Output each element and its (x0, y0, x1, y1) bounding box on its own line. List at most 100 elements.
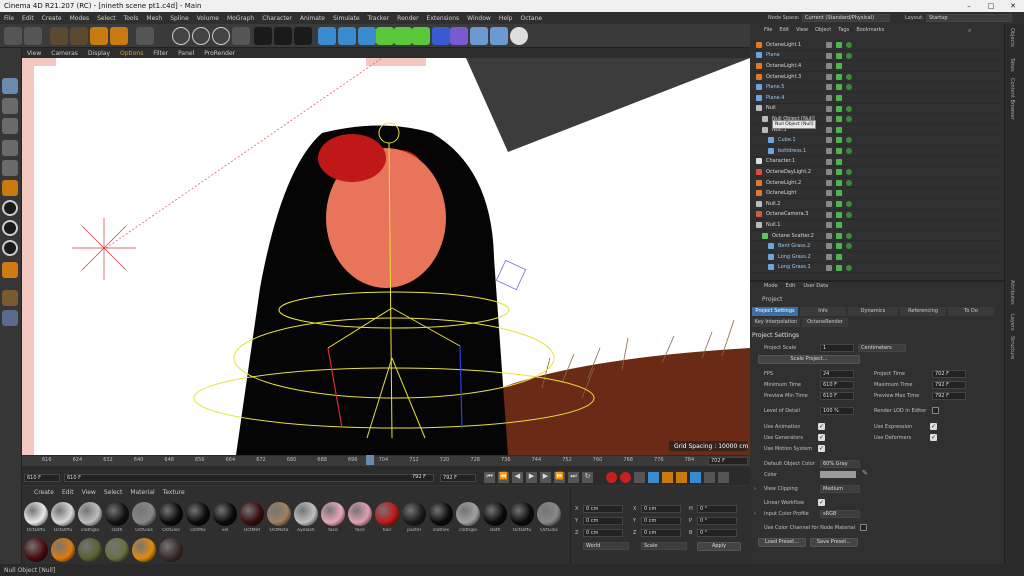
enabled-check-icon[interactable] (836, 222, 842, 229)
object-row[interactable]: Plane.4 (750, 93, 1004, 104)
attributes-menu-mode[interactable]: Mode (764, 283, 778, 289)
material-swatch[interactable] (456, 502, 480, 526)
visibility-dot-icon[interactable] (826, 148, 832, 154)
project-scale-field[interactable]: 1 (820, 344, 854, 352)
material-swatch[interactable] (294, 502, 318, 526)
tab-key-interpolation[interactable]: Key Interpolation (752, 318, 800, 327)
rot-b-field[interactable]: 0 ° (697, 529, 737, 537)
material-swatch[interactable] (132, 538, 156, 562)
points-mode-icon[interactable] (2, 140, 18, 156)
fps-field[interactable]: 24 (820, 370, 854, 378)
play-icon[interactable]: ▶ (526, 472, 537, 483)
tab-to-do[interactable]: To Do (948, 307, 994, 316)
material-tag-icon[interactable] (846, 264, 852, 271)
redo-icon[interactable] (24, 27, 42, 45)
lod-field[interactable]: 100 % (820, 407, 854, 415)
material-swatch[interactable] (213, 502, 237, 526)
key-position-icon[interactable] (648, 472, 659, 483)
key-pla-icon[interactable] (704, 472, 715, 483)
object-row[interactable]: bottdress.1 (750, 146, 1004, 157)
enabled-check-icon[interactable] (836, 63, 842, 70)
auto-key-icon[interactable] (620, 472, 631, 483)
menu-item-tracker[interactable]: Tracker (364, 15, 394, 22)
object-row[interactable]: OctaneLight (750, 188, 1004, 199)
rot-h-field[interactable]: 0 ° (697, 505, 737, 513)
object-row[interactable]: Octane Scatter.2 (750, 231, 1004, 242)
loop-icon[interactable]: ↻ (582, 472, 593, 483)
close-button[interactable]: ✕ (1002, 0, 1024, 12)
object-menu-view[interactable]: View (796, 27, 808, 33)
viewport[interactable]: Grid Spacing : 10000 cm ✥ ⊞ ↔ (22, 58, 750, 455)
enabled-check-icon[interactable] (836, 201, 842, 207)
visibility-dot-icon[interactable] (826, 232, 832, 239)
material-swatch[interactable] (186, 502, 210, 526)
visibility-dot-icon[interactable] (826, 169, 832, 176)
search-icon[interactable]: ⌕ (968, 27, 971, 35)
color-channel-checkbox[interactable] (860, 524, 867, 531)
material-swatch[interactable] (375, 502, 399, 526)
soft-selection-icon[interactable] (2, 220, 18, 236)
light-icon[interactable] (510, 27, 528, 45)
attributes-menu-user-data[interactable]: User Data (803, 283, 828, 289)
magnet-icon[interactable] (2, 262, 18, 278)
project-scale-unit-select[interactable]: Centimeters (858, 344, 906, 352)
tab-dynamics[interactable]: Dynamics (848, 307, 898, 316)
visibility-dot-icon[interactable] (826, 211, 832, 218)
material-swatch[interactable] (483, 502, 507, 526)
material-tag-icon[interactable] (846, 148, 852, 154)
x-axis-icon[interactable] (172, 27, 190, 45)
material-swatch[interactable] (240, 502, 264, 526)
object-row[interactable]: Cube.1 (750, 135, 1004, 146)
select-cursor-icon[interactable] (50, 27, 68, 45)
material-swatch[interactable] (78, 502, 102, 526)
tab-structure[interactable]: Structure (1009, 336, 1015, 359)
tab-layers[interactable]: Layers (1009, 314, 1015, 331)
field-icon[interactable] (432, 27, 450, 45)
visibility-dot-icon[interactable] (826, 84, 832, 91)
floor-icon[interactable] (470, 27, 488, 45)
material-tag-icon[interactable] (846, 243, 852, 250)
object-menu-bookmarks[interactable]: Bookmarks (856, 27, 884, 33)
object-row[interactable]: Long Grass.1 (750, 263, 1004, 274)
coord-y-field[interactable]: 0 cm (583, 517, 623, 525)
object-row[interactable]: OctaneLight.3 (750, 72, 1004, 83)
viewport-menu-options[interactable]: Options (115, 50, 148, 57)
enabled-check-icon[interactable] (836, 211, 842, 218)
viewport-menu-display[interactable]: Display (83, 50, 115, 57)
enabled-check-icon[interactable] (836, 116, 842, 123)
render-view-icon[interactable] (254, 27, 272, 45)
menu-item-help[interactable]: Help (495, 15, 517, 22)
view-clip-select[interactable]: Medium (820, 485, 860, 493)
material-swatch[interactable] (24, 502, 48, 526)
object-row[interactable]: OctaneCamera.3 (750, 210, 1004, 221)
menu-item-animate[interactable]: Animate (296, 15, 329, 22)
visibility-dot-icon[interactable] (826, 179, 832, 186)
viewport-menu-view[interactable]: View (22, 50, 46, 57)
render-lod-checkbox[interactable] (932, 407, 939, 414)
playhead[interactable] (366, 455, 374, 465)
material-swatch[interactable] (348, 502, 372, 526)
menu-item-mesh[interactable]: Mesh (142, 15, 166, 22)
current-frame-field[interactable]: 702 F (708, 457, 748, 465)
material-tag-icon[interactable] (846, 179, 852, 186)
visibility-dot-icon[interactable] (826, 201, 832, 207)
material-tag-icon[interactable] (846, 137, 852, 144)
material-swatch[interactable] (51, 538, 75, 562)
workplane-icon[interactable] (2, 240, 18, 256)
material-swatch[interactable] (267, 502, 291, 526)
menu-item-volume[interactable]: Volume (193, 15, 223, 22)
attributes-menu-edit[interactable]: Edit (786, 283, 796, 289)
grid-icon[interactable] (2, 310, 18, 326)
go-end-icon[interactable]: ⏭ (568, 472, 579, 483)
next-frame-icon[interactable]: ▶ (540, 472, 551, 483)
menu-item-edit[interactable]: Edit (18, 15, 38, 22)
object-menu-object[interactable]: Object (815, 27, 831, 33)
material-swatch[interactable] (105, 502, 129, 526)
material-tag-icon[interactable] (846, 73, 852, 80)
object-menu-tags[interactable]: Tags (838, 27, 849, 33)
coord-x-field[interactable]: 0 cm (583, 505, 623, 513)
use-expression-checkbox[interactable]: ✓ (930, 423, 937, 430)
material-menu-edit[interactable]: Edit (62, 489, 74, 496)
size-z-field[interactable]: 0 cm (641, 529, 681, 537)
max-time-field[interactable]: 792 F (932, 381, 966, 389)
